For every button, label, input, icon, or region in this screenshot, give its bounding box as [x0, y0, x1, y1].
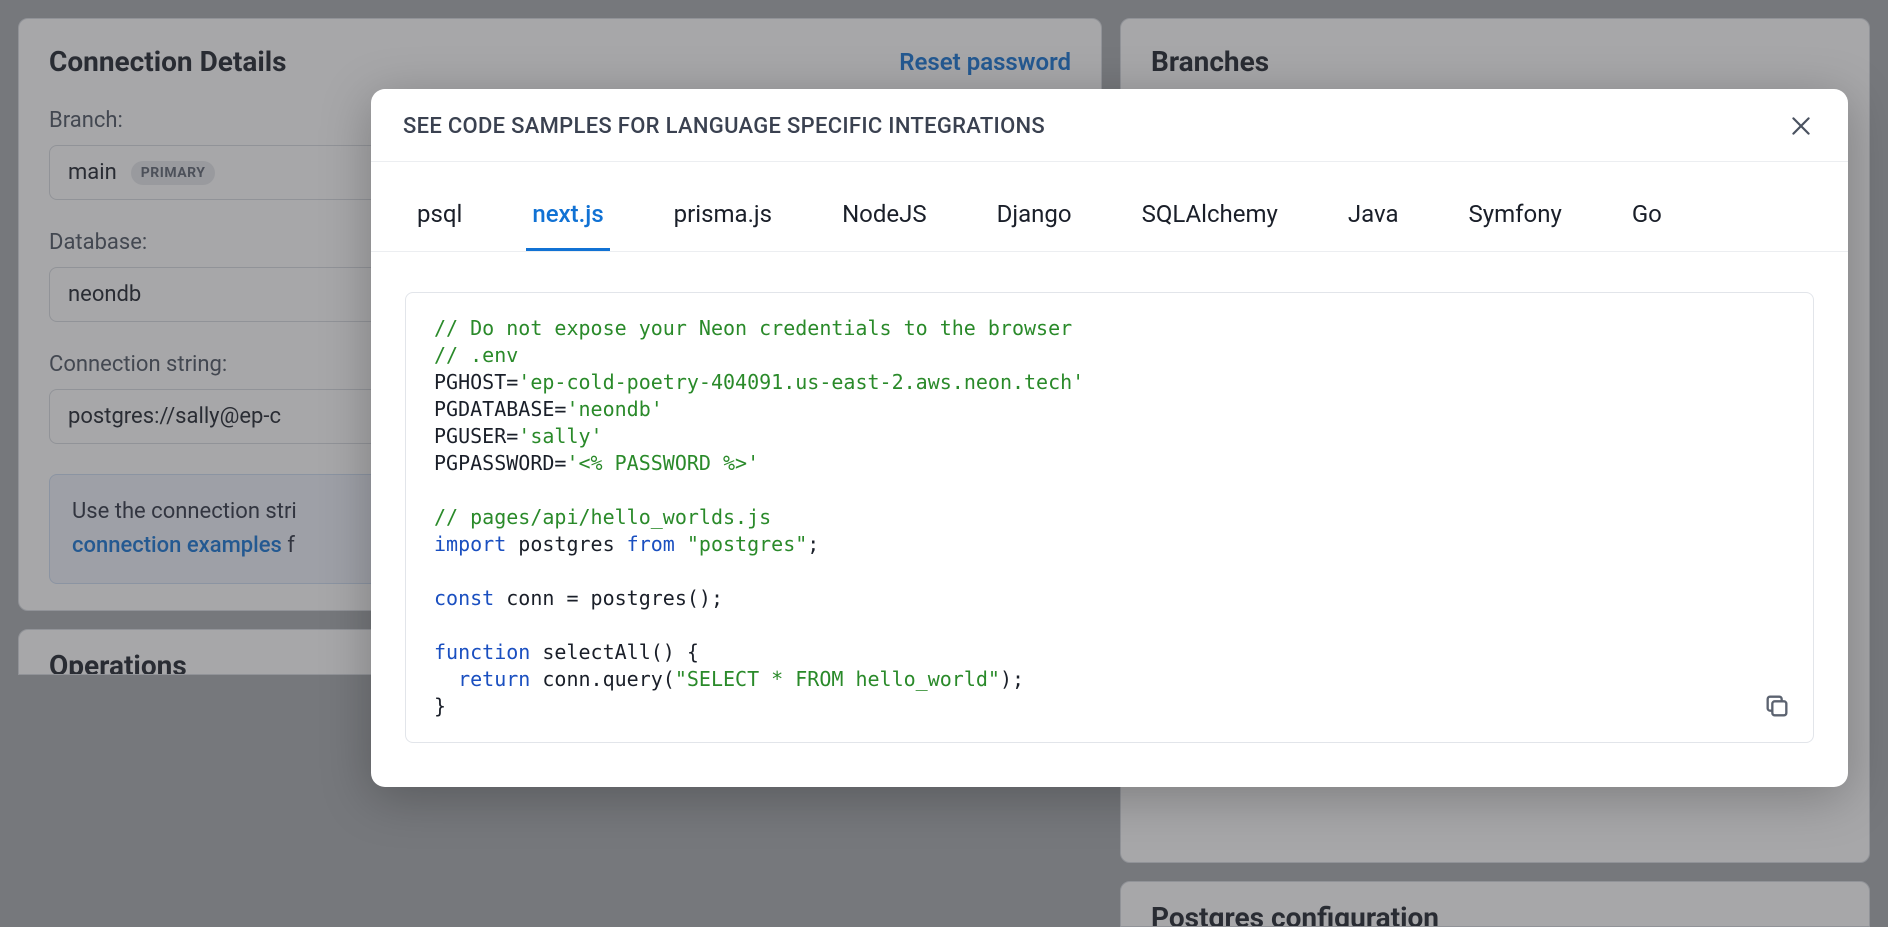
language-tabs: psql next.js prisma.js NodeJS Django SQL… — [371, 190, 1848, 252]
modal-close-button[interactable] — [1786, 111, 1816, 141]
tab-psql[interactable]: psql — [411, 190, 468, 251]
tab-sqlalchemy[interactable]: SQLAlchemy — [1136, 190, 1284, 251]
code-content: // Do not expose your Neon credentials t… — [434, 315, 1785, 720]
tab-nodejs[interactable]: NodeJS — [836, 190, 933, 251]
tab-java[interactable]: Java — [1342, 190, 1405, 251]
copy-icon — [1763, 692, 1791, 720]
code-block: // Do not expose your Neon credentials t… — [405, 292, 1814, 743]
tab-prismajs[interactable]: prisma.js — [668, 190, 778, 251]
tab-nextjs[interactable]: next.js — [526, 190, 609, 251]
tab-symfony[interactable]: Symfony — [1463, 190, 1568, 251]
copy-code-button[interactable] — [1763, 692, 1791, 720]
modal-title: SEE CODE SAMPLES FOR LANGUAGE SPECIFIC I… — [403, 114, 1045, 139]
close-icon — [1788, 113, 1814, 139]
code-samples-modal: SEE CODE SAMPLES FOR LANGUAGE SPECIFIC I… — [371, 89, 1848, 787]
tab-go[interactable]: Go — [1626, 190, 1668, 251]
tab-django[interactable]: Django — [991, 190, 1078, 251]
